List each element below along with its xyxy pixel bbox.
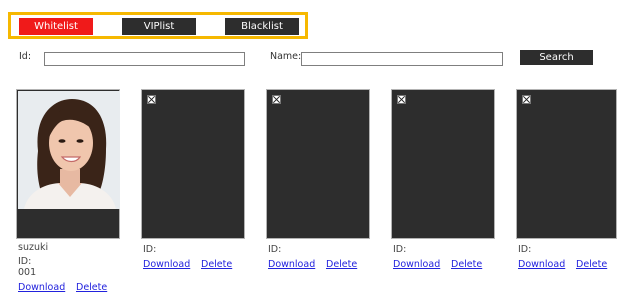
- name-search-label: Name:: [270, 51, 302, 62]
- delete-link[interactable]: Delete: [201, 259, 232, 270]
- person-thumbnail[interactable]: [391, 89, 495, 239]
- person-thumbnail[interactable]: [16, 89, 120, 239]
- person-id-value: 001: [18, 267, 37, 278]
- delete-link[interactable]: Delete: [76, 282, 107, 293]
- person-thumbnail[interactable]: [141, 89, 245, 239]
- broken-image-icon: [272, 95, 281, 104]
- person-thumbnail[interactable]: [266, 89, 370, 239]
- broken-image-icon: [147, 95, 156, 104]
- tab-whitelist[interactable]: Whitelist: [19, 18, 93, 35]
- person-id-label: ID:: [393, 244, 407, 255]
- person-name: suzuki: [18, 242, 49, 253]
- person-id-label: ID:: [143, 244, 157, 255]
- person-id-label: ID:: [18, 256, 32, 267]
- person-thumbnail[interactable]: [516, 89, 617, 239]
- tab-viplist[interactable]: VIPlist: [122, 18, 196, 35]
- tab-blacklist[interactable]: Blacklist: [225, 18, 299, 35]
- delete-link[interactable]: Delete: [451, 259, 482, 270]
- id-search-input[interactable]: [44, 52, 245, 66]
- delete-link[interactable]: Delete: [326, 259, 357, 270]
- broken-image-icon: [522, 95, 531, 104]
- name-search-input[interactable]: [301, 52, 503, 66]
- person-id-label: ID:: [268, 244, 282, 255]
- person-photo: [18, 91, 120, 209]
- download-link[interactable]: Download: [18, 282, 65, 293]
- download-link[interactable]: Download: [518, 259, 565, 270]
- download-link[interactable]: Download: [393, 259, 440, 270]
- download-link[interactable]: Download: [143, 259, 190, 270]
- delete-link[interactable]: Delete: [576, 259, 607, 270]
- broken-image-icon: [397, 95, 406, 104]
- download-link[interactable]: Download: [268, 259, 315, 270]
- search-button[interactable]: Search: [520, 50, 593, 65]
- id-search-label: Id:: [19, 51, 32, 62]
- person-id-label: ID:: [518, 244, 532, 255]
